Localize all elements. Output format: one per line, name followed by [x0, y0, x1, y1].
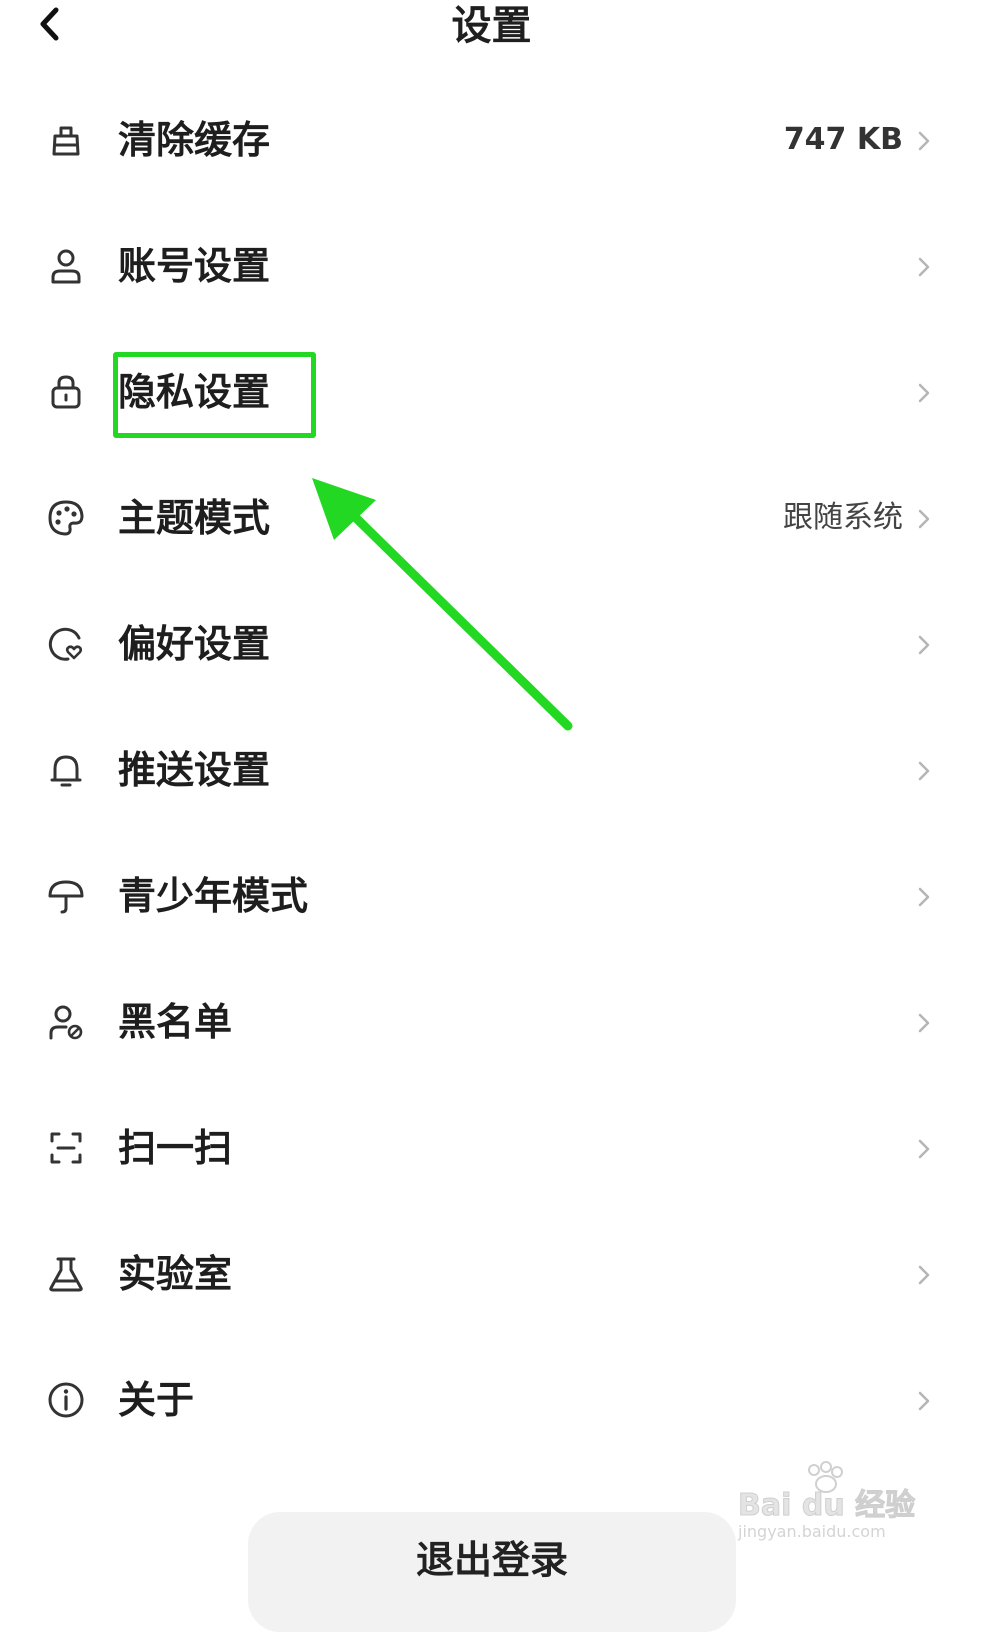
settings-row-label: 关于 [118, 1378, 195, 1422]
umbrella-icon [48, 880, 84, 914]
chevron-right-icon [918, 1013, 930, 1033]
settings-row-label: 青少年模式 [118, 874, 309, 918]
settings-row-lab[interactable]: 实验室 [0, 1226, 983, 1322]
chevron-right-icon [918, 887, 930, 907]
logout-button[interactable]: 退出登录 [248, 1512, 736, 1632]
watermark-url: jingyan.baidu.com [738, 1522, 886, 1541]
palette-icon [48, 500, 84, 536]
chevron-right-icon [918, 1391, 930, 1411]
annotation-arrow-icon [312, 478, 573, 731]
chevron-right-icon [918, 257, 930, 277]
settings-row-scan[interactable]: 扫一扫 [0, 1100, 983, 1196]
chevron-right-icon [918, 1265, 930, 1285]
settings-row-youth-mode[interactable]: 青少年模式 [0, 848, 983, 944]
settings-row-label: 账号设置 [118, 244, 271, 288]
settings-row-account[interactable]: 账号设置 [0, 218, 983, 314]
highlight-box [113, 352, 316, 438]
lock-icon [51, 375, 81, 409]
broom-icon [52, 126, 80, 156]
settings-row-label: 推送设置 [118, 748, 271, 792]
settings-row-label: 清除缓存 [118, 118, 271, 162]
watermark: Bai du 经验 jingyan.baidu.com [732, 1460, 932, 1550]
chevron-right-icon [918, 761, 930, 781]
settings-row-label: 黑名单 [118, 1000, 233, 1044]
header-bar: 设置 [0, 0, 983, 60]
settings-row-label: 偏好设置 [118, 622, 271, 666]
chevron-right-icon [918, 131, 930, 151]
settings-row-label: 主题模式 [118, 496, 271, 540]
user-block-icon [49, 1005, 83, 1040]
user-icon [51, 249, 81, 284]
chevron-right-icon [918, 383, 930, 403]
settings-row-label: 实验室 [118, 1252, 233, 1296]
bell-icon [50, 755, 82, 787]
settings-row-label: 扫一扫 [118, 1126, 233, 1170]
watermark-brand: Bai du 经验 [737, 1488, 916, 1524]
settings-row-clear-cache[interactable]: 清除缓存 747 KB [0, 92, 983, 188]
preference-icon [48, 627, 83, 661]
settings-row-about[interactable]: 关于 [0, 1352, 983, 1448]
flask-icon [49, 1257, 83, 1292]
theme-mode-value: 跟随系统 [783, 500, 903, 535]
cache-size-value: 747 KB [783, 122, 903, 157]
settings-row-blacklist[interactable]: 黑名单 [0, 974, 983, 1070]
scan-icon [50, 1132, 82, 1164]
chevron-right-icon [918, 635, 930, 655]
chevron-right-icon [918, 509, 930, 529]
page-title: 设置 [451, 3, 532, 49]
chevron-right-icon [918, 1139, 930, 1159]
info-icon [48, 1382, 84, 1418]
